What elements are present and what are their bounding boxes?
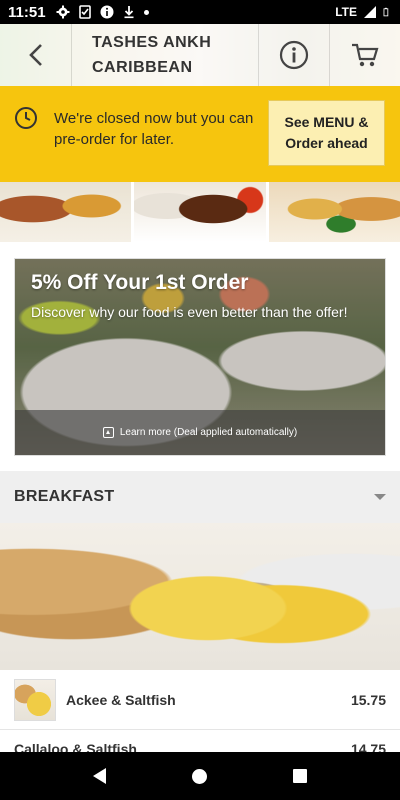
- battery-icon: [383, 7, 389, 17]
- download-icon: [124, 6, 134, 19]
- menu-item-name: Ackee & Saltfish: [66, 691, 176, 708]
- nav-home-icon[interactable]: [192, 768, 207, 784]
- closed-message: We're closed now but you can pre-order f…: [54, 110, 254, 148]
- task-check-icon: [78, 5, 91, 19]
- food-photo: [0, 182, 132, 242]
- app-header: TASHES ANKH CARIBBEAN: [0, 24, 400, 86]
- restaurant-title-area: TASHES ANKH CARIBBEAN: [72, 24, 258, 86]
- status-time: 11:51: [8, 3, 46, 21]
- category-header-breakfast[interactable]: BREAKFAST: [0, 471, 400, 523]
- more-notifications-dot-icon: [143, 9, 149, 15]
- promo-subtitle: Discover why our food is even better tha…: [31, 304, 348, 320]
- category-hero-image: [0, 523, 400, 670]
- chevron-down-icon: [374, 494, 386, 500]
- category-label: BREAKFAST: [14, 488, 115, 505]
- info-button[interactable]: [258, 24, 329, 86]
- clock-icon: [15, 107, 37, 129]
- back-arrow-icon: [28, 44, 42, 66]
- notification-icons: [56, 5, 149, 19]
- food-photo: [268, 182, 400, 242]
- menu-item[interactable]: Ackee & Saltfish 15.75: [0, 670, 400, 730]
- cart-button[interactable]: [329, 24, 400, 86]
- network-type: LTE: [335, 5, 357, 19]
- see-menu-order-ahead-button[interactable]: See MENU & Order ahead: [268, 100, 385, 166]
- learn-more-link[interactable]: Learn more (Deal applied automatically): [15, 410, 385, 455]
- learn-more-text: Learn more (Deal applied automatically): [119, 427, 298, 438]
- status-bar: 11:51 LTE: [0, 0, 400, 24]
- promo-card[interactable]: 5% Off Your 1st Order Discover why our f…: [14, 258, 386, 456]
- settings-gear-icon: [56, 5, 70, 19]
- menu-item-thumbnail: [14, 678, 56, 721]
- back-button[interactable]: [0, 24, 72, 86]
- signal-icon: [364, 6, 376, 18]
- promo-title: 5% Off Your 1st Order: [31, 271, 249, 294]
- nav-back-icon[interactable]: [93, 768, 106, 784]
- closed-banner: We're closed now but you can pre-order f…: [0, 86, 400, 182]
- food-photo-strip: [0, 182, 400, 244]
- info-notification-icon: [100, 5, 114, 19]
- expand-icon: [102, 427, 114, 438]
- restaurant-title: TASHES ANKH CARIBBEAN: [92, 34, 212, 76]
- system-navigation-bar: [0, 752, 400, 800]
- food-photo: [134, 182, 266, 242]
- status-right: LTE: [335, 5, 392, 19]
- info-circle-icon: [279, 40, 309, 70]
- cart-icon: [352, 43, 379, 67]
- menu-item-price: 15.75: [350, 691, 386, 708]
- nav-recents-icon[interactable]: [293, 769, 307, 783]
